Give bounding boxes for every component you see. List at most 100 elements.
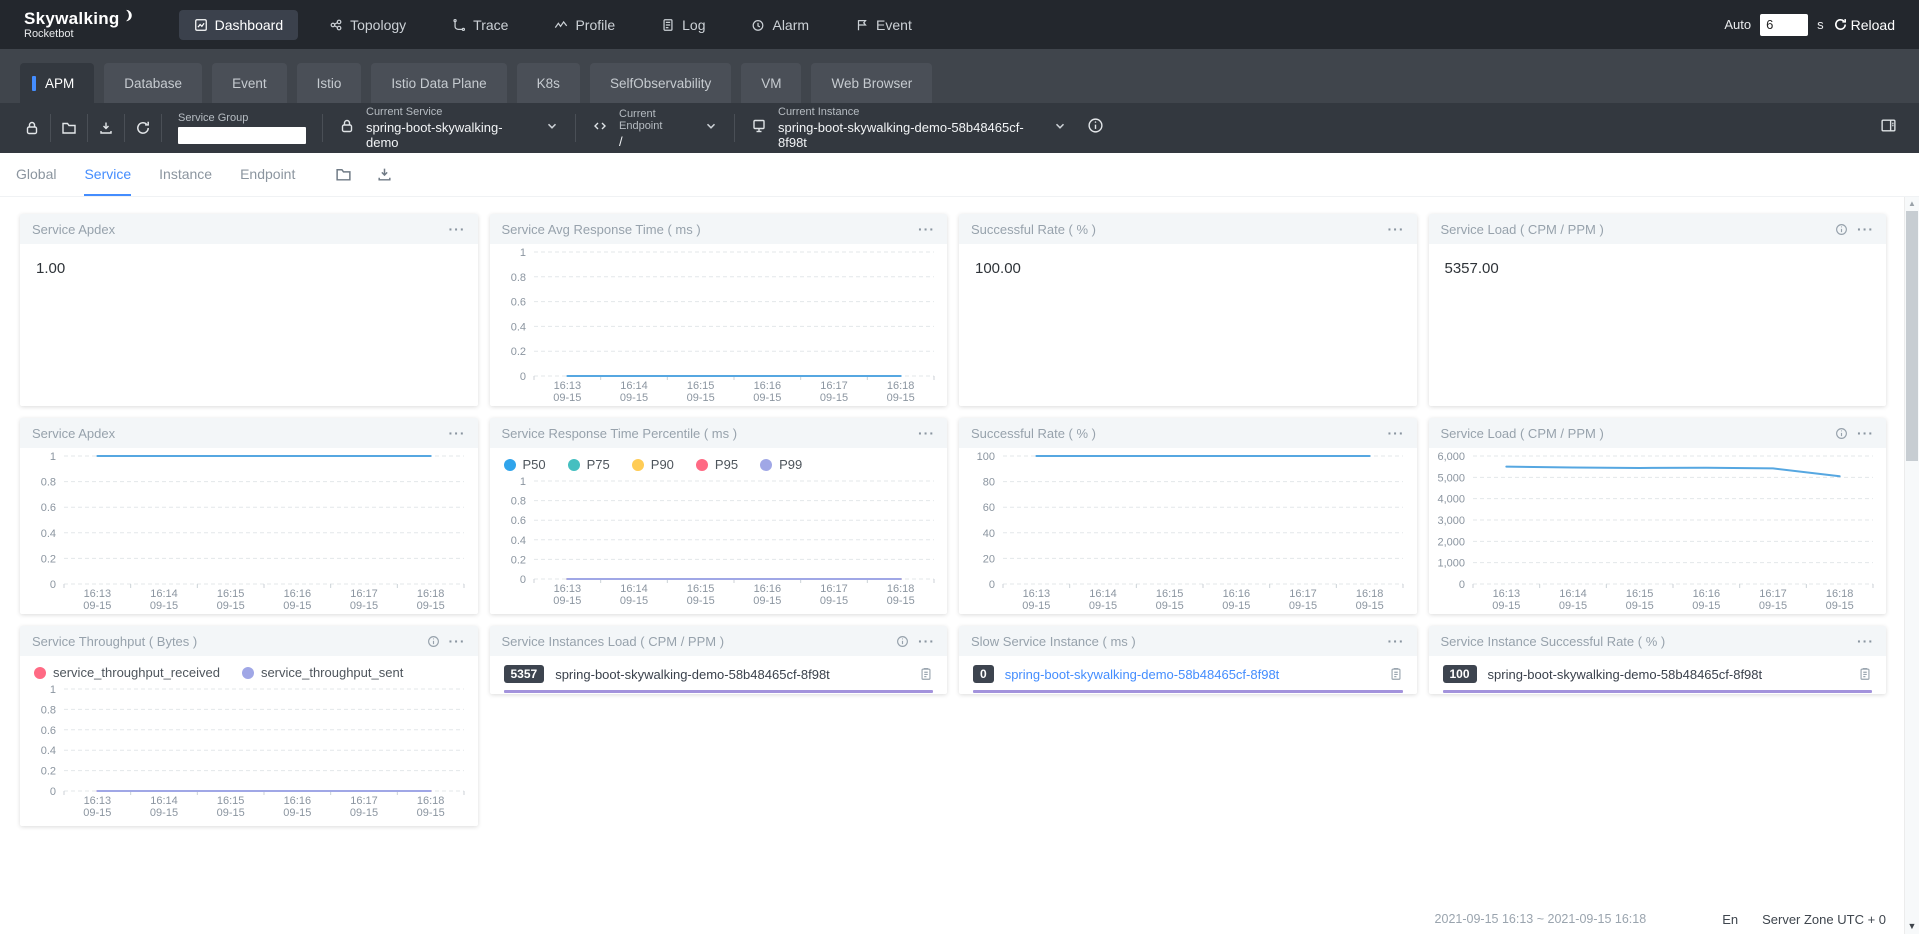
group-tab-database[interactable]: Database (104, 63, 202, 103)
folder-button[interactable] (51, 120, 87, 136)
legend-item-throughput-sent[interactable]: service_throughput_sent (242, 665, 403, 680)
legend-item-p95[interactable]: P95 (696, 457, 738, 472)
card-menu-button[interactable]: ··· (1388, 633, 1405, 649)
group-tab-k8s[interactable]: K8s (517, 63, 580, 103)
card-menu-button[interactable]: ··· (1857, 221, 1874, 237)
group-tab-web-browser[interactable]: Web Browser (811, 63, 932, 103)
panel-toggle-icon (1880, 117, 1897, 134)
server-zone-control[interactable]: Server Zone UTC + 0 (1762, 912, 1886, 927)
scrollbar-thumb[interactable] (1906, 211, 1918, 461)
tab-endpoint[interactable]: Endpoint (240, 153, 295, 196)
card-menu-button[interactable]: ··· (1388, 425, 1405, 441)
clipboard-icon (1389, 667, 1403, 681)
current-instance-value: spring-boot-skywalking-demo-58b48465cf-8… (778, 120, 1031, 150)
card-service-throughput: Service Throughput ( Bytes ) ··· service… (20, 626, 478, 826)
service-group-input[interactable] (178, 127, 306, 144)
template-export-button[interactable] (376, 166, 393, 183)
refresh-templates-button[interactable] (125, 120, 161, 136)
group-tab-vm[interactable]: VM (741, 63, 801, 103)
instance-name-link[interactable]: spring-boot-skywalking-demo-58b48465cf-8… (555, 667, 908, 682)
current-service-label: Current Service (366, 106, 523, 118)
instance-name-link[interactable]: spring-boot-skywalking-demo-58b48465cf-8… (1005, 667, 1378, 682)
nav-event[interactable]: Event (840, 10, 927, 40)
legend-item-throughput-received[interactable]: service_throughput_received (34, 665, 220, 680)
instance-icon (751, 118, 767, 134)
vertical-scrollbar[interactable]: ▲ ▼ (1904, 197, 1919, 934)
card-info-button[interactable] (1835, 223, 1848, 236)
chevron-down-icon (1053, 119, 1067, 133)
group-tab-istio[interactable]: Istio (297, 63, 362, 103)
info-icon (1835, 427, 1848, 440)
legend-item-p75[interactable]: P75 (568, 457, 610, 472)
card-menu-button[interactable]: ··· (1388, 221, 1405, 237)
current-endpoint-selector[interactable]: Current Endpoint / (576, 108, 734, 149)
svg-text:16:14: 16:14 (1559, 588, 1587, 600)
copy-button[interactable] (1858, 667, 1872, 681)
current-instance-selector[interactable]: Current Instance spring-boot-skywalking-… (735, 106, 1083, 150)
card-title: Slow Service Instance ( ms ) (971, 634, 1379, 649)
legend-item-p99[interactable]: P99 (760, 457, 802, 472)
card-info-button[interactable] (1835, 427, 1848, 440)
svg-text:0.4: 0.4 (510, 535, 525, 547)
copy-button[interactable] (919, 667, 933, 681)
tab-global[interactable]: Global (16, 153, 56, 196)
svg-text:1: 1 (519, 476, 525, 488)
scroll-up-arrow[interactable]: ▲ (1905, 197, 1919, 211)
group-tab-apm[interactable]: APM (20, 63, 94, 103)
svg-text:09-15: 09-15 (417, 807, 445, 819)
instance-name-link[interactable]: spring-boot-skywalking-demo-58b48465cf-8… (1488, 667, 1847, 682)
nav-alarm[interactable]: Alarm (736, 10, 824, 40)
legend-dot (504, 459, 516, 471)
lock-button[interactable] (14, 120, 50, 136)
nav-log[interactable]: Log (646, 10, 720, 40)
card-menu-button[interactable]: ··· (918, 221, 935, 237)
toolbar-info-button[interactable] (1087, 117, 1104, 139)
legend-dot (34, 667, 46, 679)
card-menu-button[interactable]: ··· (1857, 425, 1874, 441)
nav-dashboard[interactable]: Dashboard (179, 10, 299, 40)
svg-text:16:14: 16:14 (620, 380, 648, 392)
nav-topology[interactable]: Topology (314, 10, 421, 40)
card-menu-button[interactable]: ··· (449, 633, 466, 649)
card-menu-button[interactable]: ··· (1857, 633, 1874, 649)
svg-text:16:18: 16:18 (886, 583, 914, 595)
time-range-picker[interactable]: 2021-09-15 16:13 ~ 2021-09-15 16:18 (1435, 912, 1647, 926)
group-tab-event[interactable]: Event (212, 63, 287, 103)
current-service-selector[interactable]: Current Service spring-boot-skywalking-d… (323, 106, 575, 150)
svg-text:09-15: 09-15 (150, 600, 178, 612)
card-info-button[interactable] (896, 635, 909, 648)
scroll-down-arrow[interactable]: ▼ (1905, 919, 1919, 934)
log-icon (661, 18, 675, 32)
template-folder-button[interactable] (335, 166, 352, 183)
svg-text:09-15: 09-15 (686, 595, 714, 607)
tab-instance[interactable]: Instance (159, 153, 212, 196)
settings-panel-toggle[interactable] (1880, 117, 1897, 139)
legend-dot (696, 459, 708, 471)
copy-button[interactable] (1389, 667, 1403, 681)
card-info-button[interactable] (427, 635, 440, 648)
card-service-load-chart: Service Load ( CPM / PPM ) ··· 01,0002,0… (1429, 418, 1887, 614)
metric-value: 5357.00 (1429, 244, 1887, 293)
card-menu-button[interactable]: ··· (449, 425, 466, 441)
card-menu-button[interactable]: ··· (918, 633, 935, 649)
card-menu-button[interactable]: ··· (918, 425, 935, 441)
auto-interval-input[interactable] (1760, 14, 1808, 36)
nav-trace[interactable]: Trace (437, 10, 523, 40)
svg-text:16:14: 16:14 (1089, 588, 1117, 600)
tab-service[interactable]: Service (84, 153, 131, 196)
svg-text:16:14: 16:14 (620, 583, 648, 595)
legend-item-p90[interactable]: P90 (632, 457, 674, 472)
language-switch[interactable]: En (1722, 912, 1738, 927)
svg-text:09-15: 09-15 (1022, 600, 1050, 612)
main-menu: Dashboard Topology Trace Profile Log Ala… (179, 10, 927, 40)
import-button[interactable] (88, 120, 124, 136)
reload-button[interactable]: Reload (1833, 17, 1895, 33)
svg-text:0: 0 (50, 579, 56, 591)
nav-profile[interactable]: Profile (539, 10, 630, 40)
svg-text:16:15: 16:15 (217, 795, 245, 807)
legend-item-p50[interactable]: P50 (504, 457, 546, 472)
card-menu-button[interactable]: ··· (449, 221, 466, 237)
group-tab-selfobservability[interactable]: SelfObservability (590, 63, 731, 103)
card-title: Service Instances Load ( CPM / PPM ) (502, 634, 888, 649)
group-tab-istio-data-plane[interactable]: Istio Data Plane (371, 63, 506, 103)
